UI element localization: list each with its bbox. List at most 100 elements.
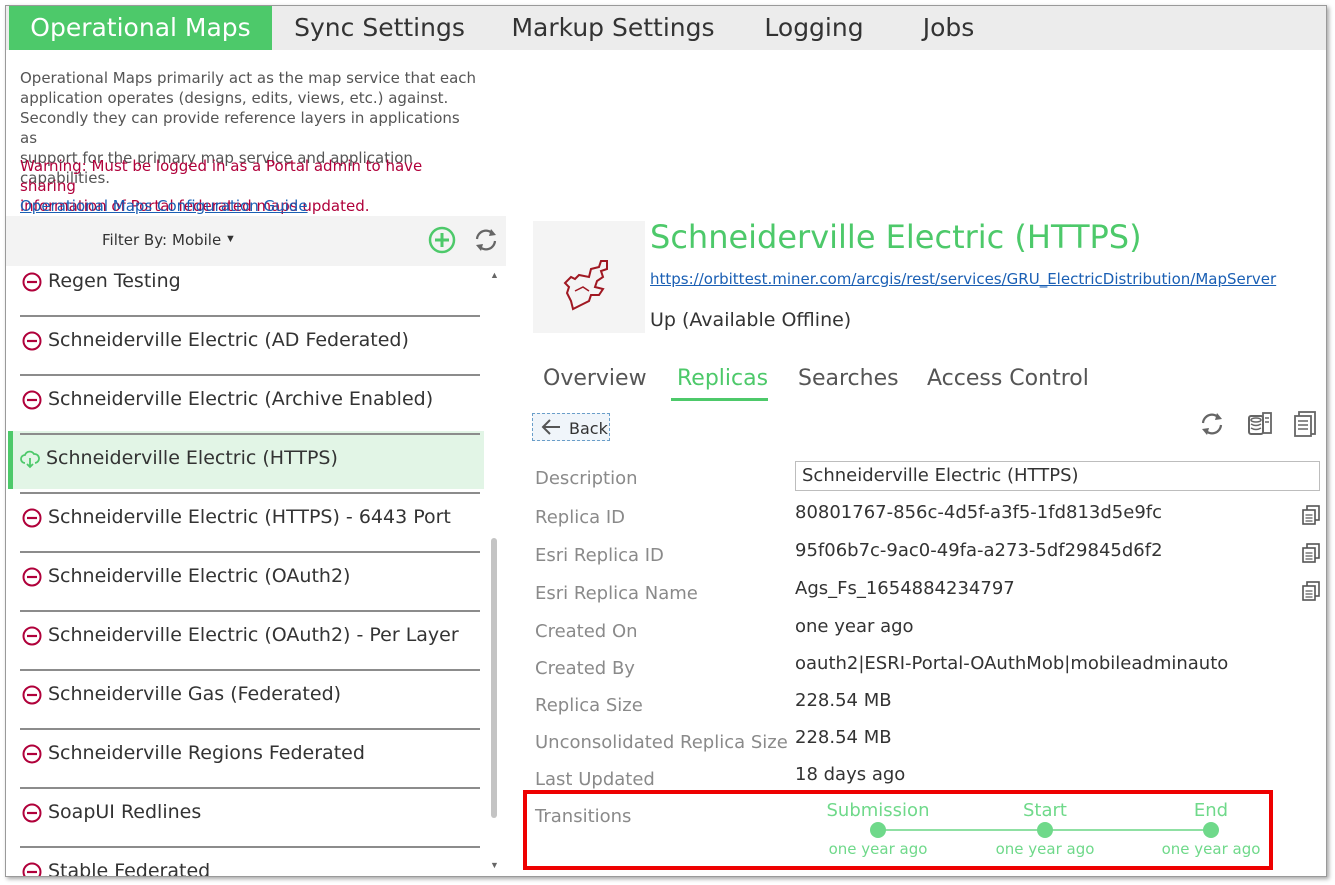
map-list-item-label: Schneiderville Gas (Federated) xyxy=(48,683,342,705)
map-list-scrollbar[interactable]: ▲ ▼ xyxy=(488,268,500,873)
transition-label: Submission xyxy=(826,800,930,821)
database-icon[interactable] xyxy=(1246,410,1274,438)
remove-circle-icon[interactable] xyxy=(22,744,42,764)
map-list-item[interactable]: Schneiderville Regions Federated xyxy=(20,730,480,789)
field-value: Ags_Fs_1654884234797 xyxy=(795,578,1015,599)
remove-circle-icon[interactable] xyxy=(22,803,42,823)
field-label: Esri Replica ID xyxy=(535,545,664,566)
map-thumbnail xyxy=(533,221,645,333)
tab-overview[interactable]: Overview xyxy=(543,366,647,391)
warning-line: Warning: Must be logged in as a Portal a… xyxy=(20,157,423,195)
map-list-item-label: Schneiderville Electric (HTTPS) xyxy=(46,447,338,469)
map-list-item-label: Regen Testing xyxy=(48,270,181,292)
map-title: Schneiderville Electric (HTTPS) xyxy=(650,218,1142,256)
cloud-download-icon xyxy=(20,450,40,469)
app-window: Operational Maps Sync Settings Markup Se… xyxy=(5,5,1327,877)
transition-time: one year ago xyxy=(828,840,928,858)
remove-circle-icon[interactable] xyxy=(22,862,42,877)
tab-access-control[interactable]: Access Control xyxy=(927,366,1089,391)
field-label: Last Updated xyxy=(535,769,655,790)
top-tab-bar: Operational Maps Sync Settings Markup Se… xyxy=(6,6,1326,50)
scroll-up-icon[interactable]: ▲ xyxy=(490,270,499,280)
field-label: Created On xyxy=(535,621,638,642)
transition-time: one year ago xyxy=(995,840,1095,858)
remove-circle-icon[interactable] xyxy=(22,567,42,587)
map-list-item[interactable]: Schneiderville Gas (Federated) xyxy=(20,671,480,730)
map-list-item[interactable]: Schneiderville Electric (AD Federated) xyxy=(20,317,480,376)
refresh-icon[interactable] xyxy=(1198,410,1226,438)
filter-bar: Filter By: Mobile ▼ xyxy=(6,216,506,266)
scroll-down-icon[interactable]: ▼ xyxy=(490,860,499,870)
map-status: Up (Available Offline) xyxy=(650,309,852,331)
map-list-item[interactable]: Schneiderville Electric (Archive Enabled… xyxy=(20,376,480,435)
field-value: 18 days ago xyxy=(795,764,906,785)
description-label: Description xyxy=(535,468,638,489)
report-icon[interactable] xyxy=(1292,410,1320,438)
field-value: 228.54 MB xyxy=(795,727,892,748)
tab-logging[interactable]: Logging xyxy=(754,6,874,50)
intro-line: Secondly they can provide reference laye… xyxy=(20,109,460,147)
transition-dot xyxy=(870,822,886,838)
active-tab-indicator xyxy=(671,398,768,401)
field-value: 80801767-856c-4d5f-a3f5-1fd813d5e9fc xyxy=(795,502,1163,523)
filter-label: Filter By: xyxy=(102,231,168,249)
map-list-item-label: Schneiderville Electric (HTTPS) - 6443 P… xyxy=(48,506,451,528)
refresh-icon[interactable] xyxy=(472,226,500,254)
back-label: Back xyxy=(569,419,608,438)
map-list-item[interactable]: SoapUI Redlines xyxy=(20,789,480,848)
scrollbar-thumb[interactable] xyxy=(491,538,497,818)
field-label: Created By xyxy=(535,658,635,679)
map-service-url[interactable]: https://orbittest.miner.com/arcgis/rest/… xyxy=(650,270,1276,288)
field-label: Esri Replica Name xyxy=(535,583,698,604)
tab-jobs[interactable]: Jobs xyxy=(906,6,991,50)
field-value: 95f06b7c-9ac0-49fa-a273-5df29845d6f2 xyxy=(795,540,1163,561)
map-list-item[interactable]: Schneiderville Electric (OAuth2) xyxy=(20,553,480,612)
transition-label: End xyxy=(1193,800,1229,821)
tab-markup-settings[interactable]: Markup Settings xyxy=(503,6,723,50)
map-list-item-label: Stable Federated xyxy=(48,860,211,877)
map-list-item-label: Schneiderville Electric (OAuth2) xyxy=(48,565,351,587)
field-value: one year ago xyxy=(795,616,914,637)
back-button[interactable]: Back xyxy=(532,413,610,441)
copy-icon[interactable] xyxy=(1302,581,1320,601)
transition-time: one year ago xyxy=(1161,840,1261,858)
caret-down-icon[interactable]: ▼ xyxy=(225,233,236,245)
map-outline-icon xyxy=(563,260,608,311)
intro-line: Operational Maps primarily act as the ma… xyxy=(20,69,477,87)
map-list-item-label: Schneiderville Electric (AD Federated) xyxy=(48,329,409,351)
tab-operational-maps[interactable]: Operational Maps xyxy=(9,6,272,50)
map-list-item[interactable]: Stable Federated xyxy=(20,848,480,877)
tab-searches[interactable]: Searches xyxy=(798,366,899,391)
map-list-item-label: SoapUI Redlines xyxy=(48,801,202,823)
copy-icon[interactable] xyxy=(1302,505,1320,525)
transition-dot xyxy=(1037,822,1053,838)
map-list-item[interactable]: Schneiderville Electric (HTTPS) - 6443 P… xyxy=(20,494,480,553)
transition-dot xyxy=(1203,822,1219,838)
copy-icon[interactable] xyxy=(1302,543,1320,563)
remove-circle-icon[interactable] xyxy=(22,390,42,410)
remove-circle-icon[interactable] xyxy=(22,331,42,351)
configuration-guide-link[interactable]: Operational Maps Configuration Guide xyxy=(20,196,308,216)
field-value: 228.54 MB xyxy=(795,690,892,711)
map-list-item-label: Schneiderville Electric (Archive Enabled… xyxy=(48,388,434,410)
description-field[interactable]: Schneiderville Electric (HTTPS) xyxy=(795,461,1320,491)
tab-sync-settings[interactable]: Sync Settings xyxy=(282,6,477,50)
map-list-item-label: Schneiderville Regions Federated xyxy=(48,742,365,764)
remove-circle-icon[interactable] xyxy=(22,685,42,705)
filter-dropdown[interactable]: Mobile xyxy=(172,231,221,249)
tab-replicas[interactable]: Replicas xyxy=(677,366,768,391)
transitions-label: Transitions xyxy=(535,806,632,827)
field-label: Unconsolidated Replica Size xyxy=(535,732,788,753)
transition-label: Start xyxy=(1023,800,1067,821)
remove-circle-icon[interactable] xyxy=(22,626,42,646)
remove-circle-icon[interactable] xyxy=(22,272,42,292)
map-list-item[interactable]: Schneiderville Electric (OAuth2) - Per L… xyxy=(20,612,480,671)
remove-circle-icon[interactable] xyxy=(22,508,42,528)
field-label: Replica ID xyxy=(535,507,626,528)
map-list-item[interactable]: Regen Testing xyxy=(20,266,480,317)
map-list-item-label: Schneiderville Electric (OAuth2) - Per L… xyxy=(48,624,459,646)
intro-line: application operates (designs, edits, vi… xyxy=(20,89,449,107)
map-list: Regen Testing Schneiderville Electric (A… xyxy=(6,266,506,877)
map-list-item-selected[interactable]: Schneiderville Electric (HTTPS) xyxy=(20,435,480,494)
add-circle-icon[interactable] xyxy=(428,226,456,254)
